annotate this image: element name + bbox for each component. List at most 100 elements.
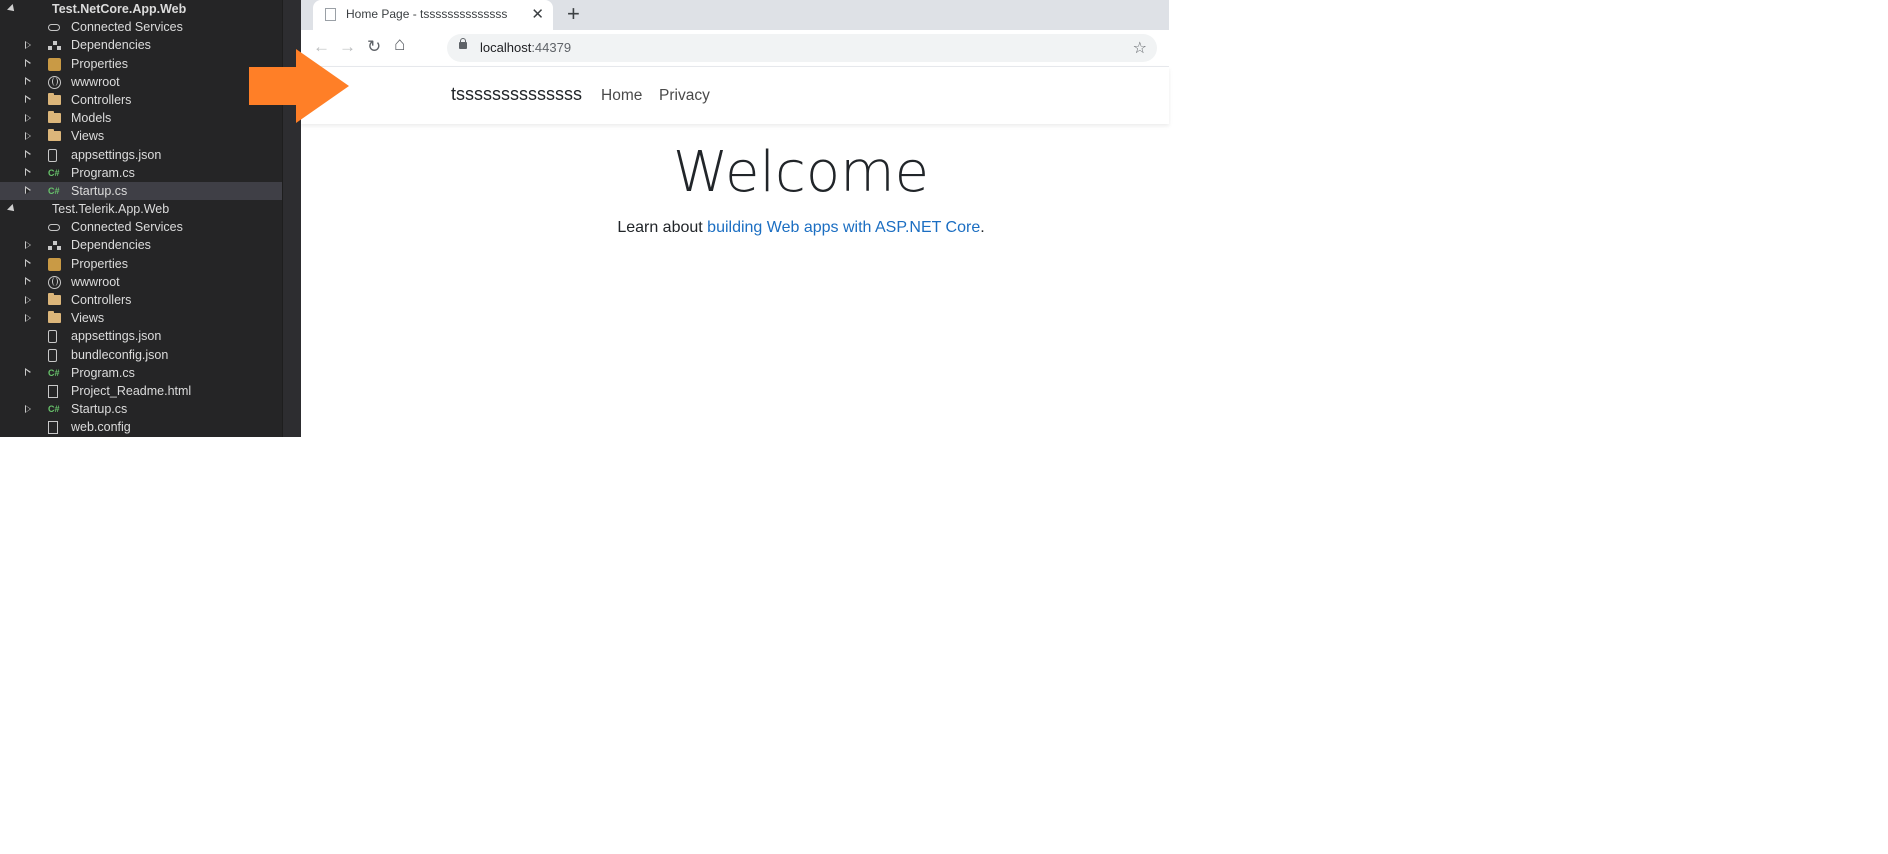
bookmark-star-icon[interactable]: ☆ [1133, 38, 1147, 58]
collapse-arrow-icon[interactable] [25, 113, 33, 122]
json-file-icon [48, 330, 57, 344]
tree-item-label: Dependencies [71, 38, 151, 53]
file-icon [48, 421, 58, 435]
reload-icon[interactable]: ↻ [367, 37, 381, 57]
collapse-arrow-icon[interactable] [25, 240, 33, 249]
tree-item[interactable]: Connected Services [0, 218, 301, 236]
browser-window: Home Page - tssssssssssssss ✕ + ← → ↻ ⌂ … [301, 0, 1169, 437]
tree-item-label: Properties [71, 256, 128, 271]
site-brand[interactable]: tssssssssssssss [451, 84, 582, 105]
connected-services-icon [48, 24, 60, 32]
aspnet-core-link[interactable]: building Web apps with ASP.NET Core [707, 219, 980, 236]
page-icon [325, 8, 336, 21]
collapse-arrow-icon[interactable] [25, 168, 33, 177]
collapse-arrow-icon[interactable] [25, 95, 33, 104]
properties-icon [48, 57, 61, 71]
tree-item-label: Controllers [71, 293, 132, 307]
folder-icon [48, 92, 61, 105]
tree-item[interactable]: wwwroot [0, 273, 301, 291]
collapse-arrow-icon[interactable] [25, 59, 33, 68]
tree-item[interactable]: bundleconfig.json [0, 346, 301, 364]
browser-tab-home[interactable]: Home Page - tssssssssssssss ✕ [313, 0, 553, 30]
tree-item-label: Controllers [71, 92, 132, 107]
tree-item[interactable]: C# Startup.cs [0, 181, 283, 201]
learn-suffix: . [980, 219, 985, 236]
tree-item-label: Views [71, 311, 105, 326]
tree-item[interactable]: C# Startup.cs [0, 400, 301, 418]
collapse-arrow-icon[interactable] [25, 404, 33, 413]
collapse-arrow-icon[interactable] [25, 186, 33, 195]
tree-item[interactable]: Dependencies [0, 236, 301, 254]
expand-arrow-icon[interactable] [7, 4, 17, 14]
tree-item[interactable]: C# Program.cs [0, 164, 301, 182]
tree-item[interactable]: appsettings.json [0, 146, 301, 164]
globe-icon [48, 275, 61, 289]
tree-item-label: Test.NetCore.App.Web [52, 2, 187, 16]
url-host: localhost [480, 40, 532, 55]
expand-arrow-icon[interactable] [7, 204, 17, 215]
tree-item-label: web.config [71, 420, 131, 435]
collapse-arrow-icon[interactable] [25, 150, 33, 159]
new-tab-button[interactable]: + [567, 2, 580, 26]
csharp-file-icon: C# [48, 185, 60, 196]
tab-strip: Home Page - tssssssssssssss ✕ + [301, 0, 1169, 30]
tree-item-label: Dependencies [71, 238, 151, 253]
collapse-arrow-icon[interactable] [25, 368, 33, 377]
collapse-arrow-icon[interactable] [25, 295, 33, 304]
tree-item[interactable]: Project_Readme.html [0, 382, 301, 400]
url-port: :44379 [531, 40, 572, 55]
csharp-file-icon: C# [48, 404, 60, 415]
csharp-file-icon: C# [48, 167, 60, 178]
globe-icon [48, 75, 61, 89]
tree-item-label: Startup.cs [71, 402, 128, 417]
connected-services-icon [48, 224, 60, 232]
collapse-arrow-icon[interactable] [25, 313, 33, 322]
tree-item[interactable]: C# Program.cs [0, 364, 301, 382]
properties-icon [48, 257, 61, 271]
json-file-icon [48, 148, 57, 162]
tree-item[interactable]: Test.Telerik.App.Web [0, 200, 301, 218]
orange-arrow-annotation [249, 49, 349, 123]
tree-item-label: Connected Services [71, 220, 183, 235]
collapse-arrow-icon[interactable] [25, 259, 33, 268]
tree-item-label: Program.cs [71, 165, 135, 180]
lock-icon[interactable] [459, 38, 467, 49]
tree-item[interactable]: Views [0, 127, 301, 145]
project-icon [30, 3, 43, 16]
tree-item-label: Models [71, 111, 112, 126]
dependencies-icon [48, 239, 61, 252]
address-bar[interactable]: localhost:44379 ☆ [447, 34, 1157, 62]
tree-item-label: Test.Telerik.App.Web [52, 202, 170, 217]
tree-item[interactable]: Test.NetCore.App.Web [0, 0, 301, 18]
tree-item-label: Project_Readme.html [71, 383, 192, 398]
tree-item[interactable]: Views [0, 309, 301, 327]
home-icon[interactable]: ⌂ [394, 35, 405, 55]
learn-about-text: Learn about building Web apps with ASP.N… [301, 219, 1301, 237]
tree-item-label: Properties [71, 56, 128, 71]
folder-icon [48, 311, 61, 324]
close-tab-icon[interactable]: ✕ [531, 5, 544, 23]
tree-item[interactable]: Properties [0, 255, 301, 273]
collapse-arrow-icon[interactable] [25, 131, 33, 140]
dependencies-icon [48, 39, 61, 52]
tree-item[interactable]: web.config [0, 418, 301, 436]
tree-item-label: appsettings.json [71, 329, 162, 344]
tree-item[interactable]: Controllers [0, 291, 301, 309]
tree-item-label: wwwroot [71, 74, 120, 89]
nav-link-home[interactable]: Home [601, 87, 642, 105]
tree-item[interactable]: appsettings.json [0, 327, 301, 345]
tab-title: Home Page - tssssssssssssss [346, 7, 508, 21]
folder-icon [48, 293, 61, 305]
tree-item-label: wwwroot [71, 274, 120, 289]
browser-toolbar: ← → ↻ ⌂ localhost:44379 ☆ [301, 30, 1169, 67]
collapse-arrow-icon[interactable] [25, 77, 33, 86]
tree-item-label: Connected Services [71, 20, 183, 35]
collapse-arrow-icon[interactable] [25, 40, 33, 49]
url-text[interactable]: localhost:44379 [480, 40, 571, 55]
collapse-arrow-icon[interactable] [25, 277, 33, 286]
tree-item[interactable]: Connected Services [0, 18, 301, 36]
csharp-file-icon: C# [48, 367, 60, 378]
tree-item-label: Program.cs [71, 365, 135, 380]
nav-link-privacy[interactable]: Privacy [659, 87, 710, 105]
json-file-icon [48, 348, 57, 362]
